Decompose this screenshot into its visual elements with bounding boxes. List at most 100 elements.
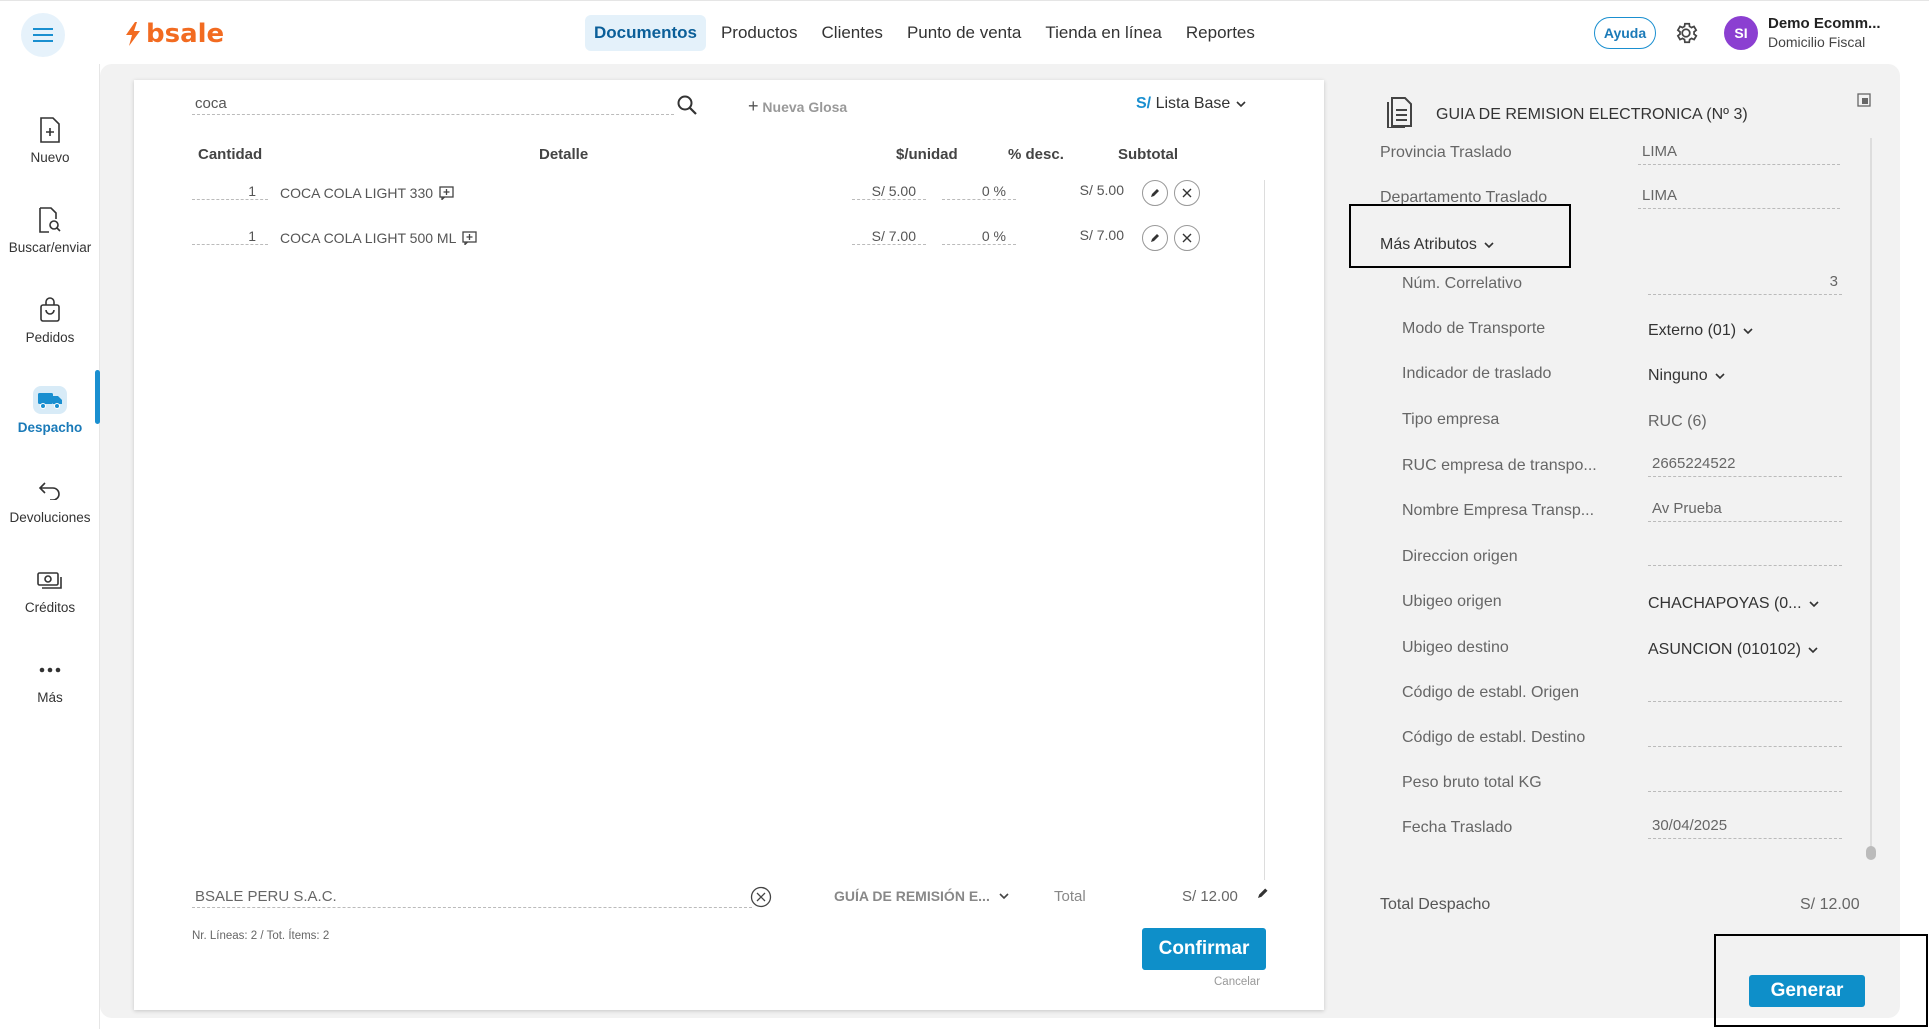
avatar[interactable]: SI — [1724, 16, 1758, 50]
product-search-input[interactable] — [192, 93, 674, 115]
nav-tienda-en-linea[interactable]: Tienda en línea — [1036, 15, 1171, 51]
origin-ubigeo-select[interactable]: CHACHAPOYAS (0... — [1648, 595, 1820, 613]
client-field[interactable]: BSALE PERU S.A.C. — [192, 886, 752, 908]
document-type-selector[interactable]: GUÍA DE REMISIÓN E... — [834, 888, 1010, 904]
sidebar-item-label: Despacho — [17, 419, 83, 435]
edit-line-button[interactable] — [1142, 180, 1168, 206]
line-subtotal: S/ 7.00 — [1079, 227, 1124, 243]
total-label: Total — [1054, 888, 1086, 905]
truck-icon — [38, 392, 62, 409]
top-bar: bsale Documentos Productos Clientes Punt… — [0, 0, 1929, 64]
bsale-logo[interactable]: bsale — [124, 19, 224, 49]
user-name[interactable]: Demo Ecomm... — [1768, 15, 1881, 32]
attr-label: RUC empresa de transpo... — [1402, 457, 1597, 474]
line-discount-input[interactable]: 0 % — [942, 183, 1016, 200]
settings-gear-button[interactable] — [1673, 20, 1699, 51]
line-product: COCA COLA LIGHT 330 — [280, 185, 454, 201]
line-unit-price-input[interactable]: S/ 5.00 — [852, 183, 926, 200]
nav-punto-de-venta[interactable]: Punto de venta — [898, 15, 1030, 51]
total-despacho-label: Total Despacho — [1380, 896, 1491, 913]
attr-label: Indicador de traslado — [1402, 365, 1552, 382]
transfer-indicator-select[interactable]: Ninguno — [1648, 367, 1726, 385]
table-row: 1 COCA COLA LIGHT 500 ML S/ 7.00 0 % S/ … — [192, 224, 1272, 258]
edit-document-icon — [1857, 93, 1871, 107]
panel-options-button[interactable] — [1856, 92, 1872, 113]
attr-label: Núm. Correlativo — [1402, 275, 1523, 292]
edit-line-button[interactable] — [1142, 225, 1168, 251]
document-icon — [1384, 94, 1414, 133]
attr-label: Nombre Empresa Transp... — [1402, 502, 1595, 519]
hamburger-menu-button[interactable] — [21, 13, 65, 57]
select-value: Externo (01) — [1648, 322, 1737, 339]
shipment-title: GUIA DE REMISION ELECTRONICA (Nº 3) — [1436, 106, 1748, 123]
confirm-button[interactable]: Confirmar — [1142, 928, 1266, 970]
edit-total-button[interactable] — [1256, 886, 1270, 905]
attr-label: Código de establ. Destino — [1402, 729, 1586, 746]
nueva-glosa-button[interactable]: + Nueva Glosa — [748, 96, 847, 117]
sidebar-item-mas[interactable]: Más — [0, 640, 100, 720]
line-qty-input[interactable]: 1 — [192, 228, 268, 245]
line-discount-input[interactable]: 0 % — [942, 228, 1016, 245]
remove-line-button[interactable] — [1174, 180, 1200, 206]
sidebar-item-label: Nuevo — [30, 149, 70, 165]
line-unit-price-input[interactable]: S/ 7.00 — [852, 228, 926, 245]
attr-label: Peso bruto total KG — [1402, 774, 1542, 791]
ruc-transport-input[interactable]: 2665224522 — [1648, 455, 1842, 477]
search-button[interactable] — [676, 94, 698, 121]
sidebar-item-nuevo[interactable]: Nuevo — [0, 100, 100, 180]
origin-establishment-code-input[interactable] — [1648, 682, 1842, 702]
nav-clientes[interactable]: Clientes — [813, 15, 892, 51]
clear-client-button[interactable] — [750, 886, 772, 913]
help-button[interactable]: Ayuda — [1594, 17, 1656, 49]
transport-mode-select[interactable]: Externo (01) — [1648, 322, 1754, 340]
sidebar-item-label: Devoluciones — [9, 509, 91, 525]
sidebar-item-pedidos[interactable]: Pedidos — [0, 280, 100, 360]
chevron-down-icon — [999, 893, 1009, 900]
line-subtotal: S/ 5.00 — [1079, 182, 1124, 198]
dots-icon — [39, 667, 61, 672]
money-icon — [37, 571, 62, 589]
remove-line-button[interactable] — [1174, 225, 1200, 251]
panel-scrollbar-thumb[interactable] — [1866, 846, 1876, 860]
sidebar-item-buscar-enviar[interactable]: Buscar/enviar — [0, 190, 100, 270]
pencil-icon — [1151, 189, 1159, 197]
gross-weight-input[interactable] — [1648, 772, 1842, 792]
sidebar-item-devoluciones[interactable]: Devoluciones — [0, 460, 100, 540]
add-comment-icon[interactable] — [462, 231, 478, 245]
origin-address-input[interactable] — [1648, 546, 1842, 566]
sidebar-item-despacho[interactable]: Despacho — [0, 370, 100, 450]
panel-scrollbar[interactable] — [1870, 138, 1872, 854]
close-icon — [1182, 233, 1192, 243]
sidebar-item-creditos[interactable]: Créditos — [0, 550, 100, 630]
total-despacho-value: S/ 12.00 — [1800, 896, 1860, 913]
chevron-down-icon — [1715, 373, 1725, 380]
line-product: COCA COLA LIGHT 500 ML — [280, 230, 478, 246]
nav-productos[interactable]: Productos — [712, 15, 807, 51]
hamburger-icon — [33, 28, 53, 42]
line-product-name: COCA COLA LIGHT 330 — [280, 185, 434, 201]
lines-info: Nr. Líneas: 2 / Tot. Ítems: 2 — [192, 930, 330, 942]
currency-symbol: S/ — [1136, 95, 1152, 112]
cancel-link[interactable]: Cancelar — [1214, 976, 1260, 988]
line-qty-input[interactable]: 1 — [192, 183, 268, 200]
generate-button[interactable]: Generar — [1749, 975, 1865, 1007]
transport-company-name-input[interactable]: Av Prueba — [1648, 500, 1842, 522]
column-header-detail: Detalle — [539, 146, 589, 163]
nav-documentos[interactable]: Documentos — [585, 15, 706, 51]
attr-label: Fecha Traslado — [1402, 819, 1513, 836]
sidebar: Nuevo Buscar/enviar Pedidos Despacho Dev… — [0, 64, 100, 1029]
sidebar-item-label: Buscar/enviar — [8, 239, 92, 255]
provincia-input[interactable]: LIMA — [1638, 143, 1840, 165]
price-list-label: Lista Base — [1155, 95, 1231, 112]
destination-establishment-code-input[interactable] — [1648, 727, 1842, 747]
destination-ubigeo-select[interactable]: ASUNCION (010102) — [1648, 641, 1819, 659]
nav-reportes[interactable]: Reportes — [1177, 15, 1264, 51]
add-comment-icon[interactable] — [439, 186, 454, 200]
sidebar-item-label: Más — [37, 689, 63, 705]
attr-label: Código de establ. Origen — [1402, 684, 1579, 701]
close-circle-icon — [750, 886, 772, 908]
num-correlativo-input[interactable]: 3 — [1648, 273, 1842, 295]
departamento-input[interactable]: LIMA — [1638, 187, 1840, 209]
price-list-selector[interactable]: S/ Lista Base — [1136, 95, 1247, 113]
transfer-date-input[interactable]: 30/04/2025 — [1648, 817, 1842, 839]
